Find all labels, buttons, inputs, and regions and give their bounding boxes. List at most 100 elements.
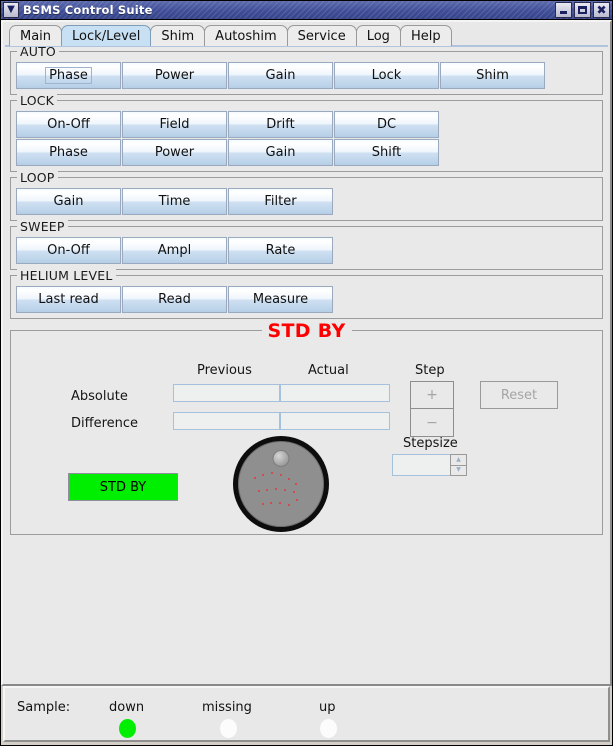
lock-onoff-button[interactable]: On-Off [16, 111, 121, 138]
maximize-button[interactable] [574, 2, 591, 18]
lock-gain-label: Gain [265, 145, 296, 160]
sweep-ampl-button[interactable]: Ampl [122, 237, 227, 264]
absolute-actual-field[interactable] [280, 384, 390, 402]
sweep-ampl-label: Ampl [157, 243, 192, 258]
auto-phase-button[interactable]: Phase [16, 62, 121, 89]
auto-lock-button[interactable]: Lock [334, 62, 439, 89]
group-helium-level: HELIUM LEVEL Last read Read Measure [10, 268, 603, 319]
auto-gain-label: Gain [265, 68, 296, 83]
sweep-onoff-label: On-Off [47, 243, 90, 258]
group-loop: LOOP Gain Time Filter [10, 170, 603, 221]
step-label: Step [415, 363, 445, 378]
lock-field-button[interactable]: Field [122, 111, 227, 138]
tab-label: Autoshim [215, 28, 277, 44]
maximize-icon [578, 6, 587, 14]
auto-shim-button[interactable]: Shim [440, 62, 545, 89]
lock-phase-button[interactable]: Phase [16, 139, 121, 166]
group-sweep: SWEEP On-Off Ampl Rate [10, 219, 603, 270]
loop-gain-button[interactable]: Gain [16, 188, 121, 215]
lock-power-button[interactable]: Power [122, 139, 227, 166]
tab-lock-level[interactable]: Lock/Level [61, 25, 152, 46]
tab-bar: Main Lock/Level Shim Autoshim Service Lo… [5, 24, 608, 46]
sweep-onoff-button[interactable]: On-Off [16, 237, 121, 264]
control-panel: STD BY Previous Actual Step Absolute Dif… [10, 320, 603, 535]
rotary-knob[interactable] [233, 436, 329, 532]
sweep-rate-label: Rate [265, 243, 296, 258]
window-title: BSMS Control Suite [23, 3, 153, 17]
tab-label: Lock/Level [72, 28, 141, 44]
difference-actual-field[interactable] [280, 412, 390, 430]
sweep-rate-button[interactable]: Rate [228, 237, 333, 264]
tab-label: Main [20, 28, 52, 44]
column-header-actual: Actual [308, 363, 349, 378]
application-window: ▼ BSMS Control Suite ✖ Main Lock/Level S… [0, 0, 613, 746]
loop-button-row: Gain Time Filter [16, 188, 597, 215]
tab-label: Service [297, 28, 346, 44]
minimize-button[interactable] [555, 2, 572, 18]
minimize-icon [560, 11, 567, 14]
indicator-label-down: down [109, 700, 145, 715]
loop-time-button[interactable]: Time [122, 188, 227, 215]
group-title-loop: LOOP [17, 170, 58, 185]
close-button[interactable]: ✖ [593, 2, 610, 18]
tab-autoshim[interactable]: Autoshim [204, 25, 288, 46]
stepsize-arrows: ▲ ▼ [450, 454, 467, 476]
loop-filter-button[interactable]: Filter [228, 188, 333, 215]
group-title-sweep: SWEEP [17, 219, 68, 234]
indicator-label-missing: missing [202, 700, 252, 715]
column-header-previous: Previous [197, 363, 252, 378]
group-title-auto: AUTO [17, 47, 59, 59]
helium-button-row: Last read Read Measure [16, 286, 597, 313]
auto-power-label: Power [154, 68, 195, 83]
system-menu-button[interactable]: ▼ [3, 2, 19, 18]
auto-gain-button[interactable]: Gain [228, 62, 333, 89]
triangle-down-icon[interactable]: ▼ [450, 465, 467, 476]
client-area: Main Lock/Level Shim Autoshim Service Lo… [1, 20, 612, 686]
tab-main[interactable]: Main [9, 25, 63, 46]
window-controls: ✖ [555, 2, 610, 18]
status-button[interactable]: STD BY [68, 473, 178, 501]
lock-drift-button[interactable]: Drift [228, 111, 333, 138]
chevron-down-icon: ▼ [7, 4, 15, 15]
status-bar: Sample: down missing up [3, 686, 610, 742]
auto-power-button[interactable]: Power [122, 62, 227, 89]
lock-shift-label: Shift [371, 145, 402, 160]
helium-last-read-button[interactable]: Last read [16, 286, 121, 313]
step-decrement-button[interactable]: − [410, 409, 454, 437]
lock-field-label: Field [159, 117, 190, 132]
tab-shim[interactable]: Shim [150, 25, 206, 46]
knob-body[interactable] [233, 436, 329, 532]
tab-log[interactable]: Log [355, 25, 401, 46]
triangle-up-icon[interactable]: ▲ [450, 454, 467, 466]
loop-filter-label: Filter [264, 194, 297, 209]
lock-button-row-1: On-Off Field Drift DC [16, 111, 597, 138]
tab-help[interactable]: Help [399, 25, 452, 46]
lock-gain-button[interactable]: Gain [228, 139, 333, 166]
row-label-difference: Difference [71, 416, 139, 431]
helium-read-label: Read [158, 292, 191, 307]
stepsize-input[interactable] [392, 454, 450, 476]
lock-onoff-label: On-Off [47, 117, 90, 132]
loop-time-label: Time [158, 194, 191, 209]
indicator-led-down [119, 719, 136, 738]
tab-service[interactable]: Service [286, 25, 357, 46]
lock-power-label: Power [154, 145, 195, 160]
absolute-previous-field[interactable] [173, 384, 280, 402]
indicator-led-missing [220, 719, 237, 738]
sample-label: Sample: [17, 700, 71, 715]
helium-last-read-label: Last read [38, 292, 99, 307]
lock-shift-button[interactable]: Shift [334, 139, 439, 166]
step-increment-button[interactable]: + [410, 381, 454, 409]
stepsize-spinner[interactable]: ▲ ▼ [392, 454, 467, 476]
helium-measure-button[interactable]: Measure [228, 286, 333, 313]
indicator-led-up [320, 719, 337, 738]
sweep-button-row: On-Off Ampl Rate [16, 237, 597, 264]
helium-read-button[interactable]: Read [122, 286, 227, 313]
group-auto: AUTO Phase Power Gain Lock Shim [10, 47, 603, 95]
loop-gain-label: Gain [53, 194, 84, 209]
difference-previous-field[interactable] [173, 412, 280, 430]
reset-button[interactable]: Reset [480, 381, 558, 409]
lock-dc-button[interactable]: DC [334, 111, 439, 138]
helium-measure-label: Measure [252, 292, 309, 307]
auto-shim-label: Shim [476, 68, 509, 83]
